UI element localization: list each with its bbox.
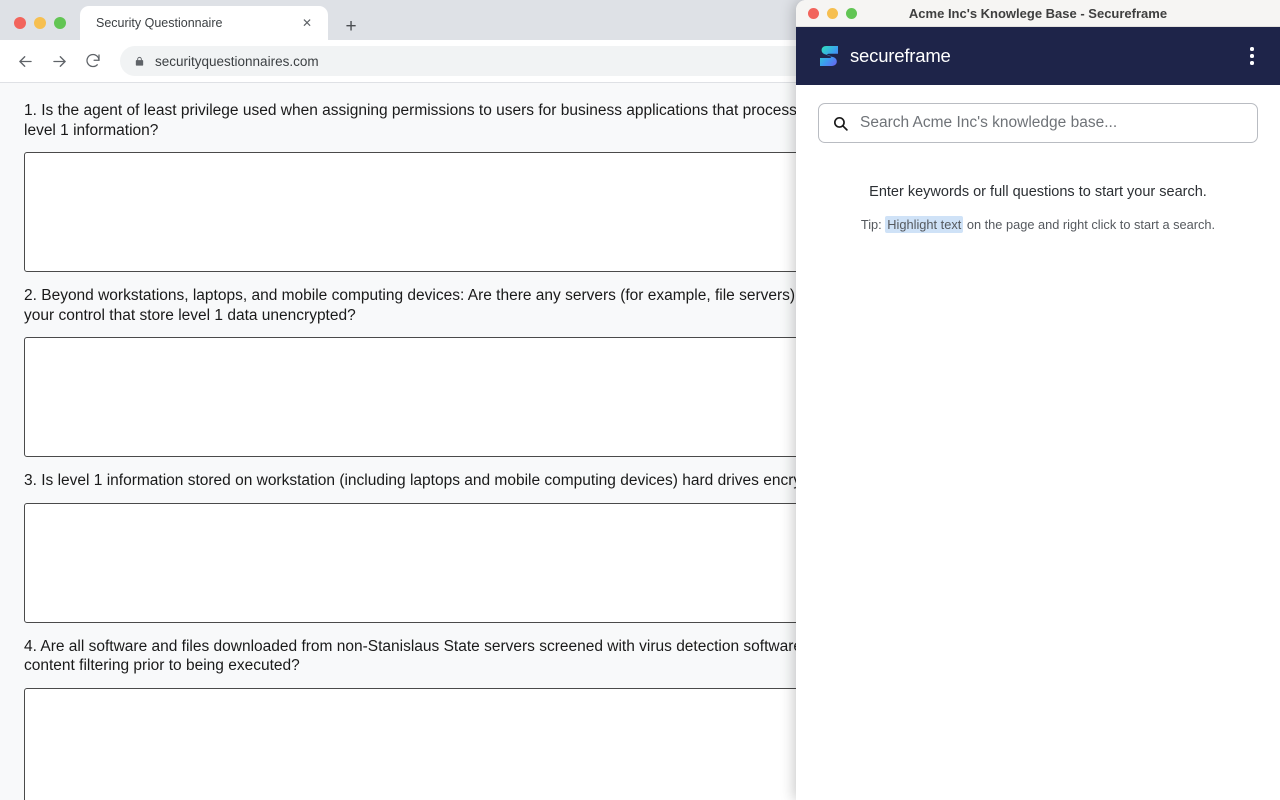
back-icon[interactable] bbox=[10, 46, 40, 76]
new-tab-button[interactable]: + bbox=[338, 13, 364, 39]
secureframe-titlebar: Acme Inc's Knowlege Base - Secureframe bbox=[796, 0, 1280, 27]
secureframe-maximize-button[interactable] bbox=[846, 8, 857, 19]
tab-title: Security Questionnaire bbox=[96, 16, 223, 30]
search-hint-text: Enter keywords or full questions to star… bbox=[869, 184, 1207, 200]
forward-icon[interactable] bbox=[44, 46, 74, 76]
secureframe-window-controls bbox=[808, 8, 857, 19]
window-controls bbox=[14, 17, 66, 29]
tip-prefix: Tip: bbox=[860, 217, 886, 232]
reload-icon[interactable] bbox=[78, 46, 108, 76]
secureframe-wordmark: secureframe bbox=[850, 45, 951, 66]
secureframe-close-button[interactable] bbox=[808, 8, 819, 19]
secureframe-window-title: Acme Inc's Knowlege Base - Secureframe bbox=[908, 5, 1168, 21]
secureframe-window: Acme Inc's Knowlege Base - Secureframe s… bbox=[796, 0, 1280, 800]
kebab-menu-icon[interactable] bbox=[1238, 42, 1266, 70]
secureframe-body: Enter keywords or full questions to star… bbox=[796, 85, 1280, 800]
secureframe-logo-icon bbox=[818, 44, 840, 68]
knowledge-base-search[interactable] bbox=[818, 103, 1258, 143]
tip-highlight: Highlight text bbox=[885, 216, 964, 233]
browser-tab[interactable]: Security Questionnaire ✕ bbox=[80, 6, 328, 40]
minimize-window-button[interactable] bbox=[34, 17, 46, 29]
secureframe-header: secureframe bbox=[796, 27, 1280, 85]
search-input[interactable] bbox=[860, 114, 1244, 132]
search-icon bbox=[832, 115, 849, 132]
secureframe-minimize-button[interactable] bbox=[827, 8, 838, 19]
close-tab-icon[interactable]: ✕ bbox=[298, 14, 316, 32]
close-window-button[interactable] bbox=[14, 17, 26, 29]
url-text: securityquestionnaires.com bbox=[155, 53, 319, 69]
maximize-window-button[interactable] bbox=[54, 17, 66, 29]
secureframe-brand: secureframe bbox=[818, 44, 1238, 68]
search-tip-text: Tip: Highlight text on the page and righ… bbox=[818, 216, 1258, 233]
tip-suffix: on the page and right click to start a s… bbox=[963, 217, 1216, 232]
lock-icon bbox=[134, 55, 145, 68]
